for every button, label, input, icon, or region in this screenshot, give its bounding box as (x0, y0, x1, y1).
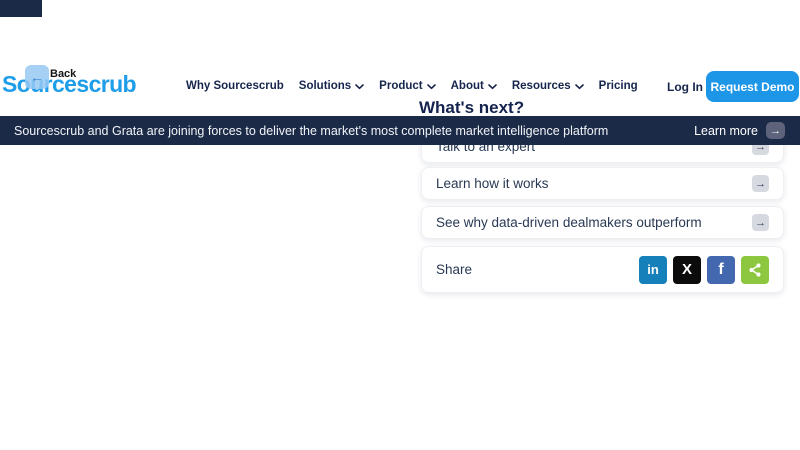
announcement-banner: Sourcescrub and Grata are joining forces… (0, 116, 800, 145)
list-item-label: Learn how it works (436, 176, 549, 191)
chevron-down-icon (488, 84, 497, 90)
back-arrow-icon: ← (30, 69, 44, 85)
nav-label: Pricing (599, 80, 638, 92)
share-nodes-icon (747, 262, 763, 278)
linkedin-icon: in (647, 262, 659, 277)
announcement-text: Sourcescrub and Grata are joining forces… (14, 124, 608, 138)
nav-item-product[interactable]: Product (379, 80, 435, 92)
nav-item-solutions[interactable]: Solutions (299, 80, 364, 92)
x-twitter-share-button[interactable]: X (673, 256, 701, 284)
nav-label: Resources (512, 80, 571, 92)
nav-item-pricing[interactable]: Pricing (599, 80, 638, 92)
x-twitter-icon: X (682, 261, 692, 278)
nav-label: Product (379, 80, 422, 92)
nav-label: Solutions (299, 80, 351, 92)
chevron-down-icon (427, 84, 436, 90)
browser-back-button[interactable]: ← (25, 65, 49, 89)
linkedin-share-button[interactable]: in (639, 256, 667, 284)
arrow-right-icon[interactable]: → (752, 214, 769, 231)
facebook-icon: f (718, 261, 723, 279)
chevron-down-icon (575, 84, 584, 90)
back-tooltip-label: Back (50, 68, 76, 80)
login-link[interactable]: Log In (667, 80, 703, 94)
chevron-down-icon (355, 84, 364, 90)
learn-more-link[interactable]: Learn more (694, 124, 758, 138)
whats-next-heading: What's next? (419, 98, 524, 118)
arrow-right-icon[interactable]: → (752, 175, 769, 192)
nav-label: About (451, 80, 484, 92)
top-left-banner-fragment (0, 0, 42, 17)
share-row: Share in X f (421, 246, 784, 293)
main-nav: Why Sourcescrub Solutions Product About … (186, 80, 638, 92)
nav-item-about[interactable]: About (451, 80, 497, 92)
list-item-label: See why data-driven dealmakers outperfor… (436, 215, 702, 230)
sharethis-share-button[interactable] (741, 256, 769, 284)
nav-label: Why Sourcescrub (186, 80, 284, 92)
nav-item-why-sourcescrub[interactable]: Why Sourcescrub (186, 80, 284, 92)
nav-item-resources[interactable]: Resources (512, 80, 584, 92)
request-demo-button[interactable]: Request Demo (706, 71, 799, 102)
facebook-share-button[interactable]: f (707, 256, 735, 284)
list-item-how-it-works[interactable]: Learn how it works → (421, 167, 784, 200)
arrow-right-icon[interactable]: → (766, 122, 785, 139)
list-item-dealmakers[interactable]: See why data-driven dealmakers outperfor… (421, 206, 784, 239)
share-label: Share (436, 262, 472, 277)
